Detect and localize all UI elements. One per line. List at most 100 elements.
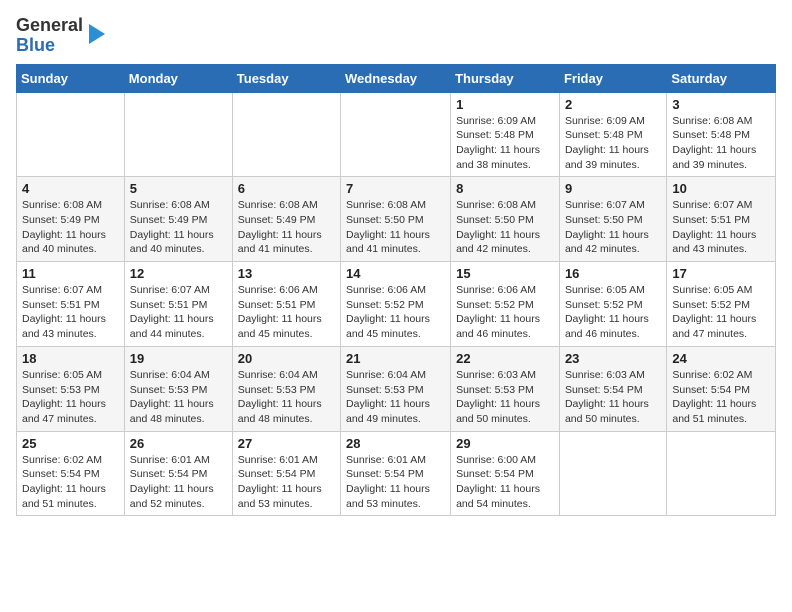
day-number: 18 [22,351,119,366]
day-number: 10 [672,181,770,196]
day-number: 19 [130,351,227,366]
day-number: 15 [456,266,554,281]
col-header-sunday: Sunday [17,64,125,92]
day-number: 20 [238,351,335,366]
calendar-cell: 26 Sunrise: 6:01 AM Sunset: 5:54 PM Dayli… [124,431,232,516]
day-number: 29 [456,436,554,451]
day-info: Sunrise: 6:08 AM Sunset: 5:49 PM Dayligh… [22,198,119,257]
day-number: 5 [130,181,227,196]
day-info: Sunrise: 6:06 AM Sunset: 5:52 PM Dayligh… [456,283,554,342]
calendar-cell [232,92,340,177]
calendar-cell: 27 Sunrise: 6:01 AM Sunset: 5:54 PM Dayli… [232,431,340,516]
day-info: Sunrise: 6:05 AM Sunset: 5:52 PM Dayligh… [672,283,770,342]
day-number: 7 [346,181,445,196]
day-info: Sunrise: 6:07 AM Sunset: 5:51 PM Dayligh… [22,283,119,342]
day-info: Sunrise: 6:07 AM Sunset: 5:50 PM Dayligh… [565,198,661,257]
day-info: Sunrise: 6:00 AM Sunset: 5:54 PM Dayligh… [456,453,554,512]
calendar-cell: 21 Sunrise: 6:04 AM Sunset: 5:53 PM Dayli… [341,346,451,431]
col-header-saturday: Saturday [667,64,776,92]
day-number: 2 [565,97,661,112]
day-info: Sunrise: 6:01 AM Sunset: 5:54 PM Dayligh… [346,453,445,512]
day-number: 3 [672,97,770,112]
col-header-wednesday: Wednesday [341,64,451,92]
day-info: Sunrise: 6:08 AM Sunset: 5:50 PM Dayligh… [346,198,445,257]
calendar-cell: 18 Sunrise: 6:05 AM Sunset: 5:53 PM Dayli… [17,346,125,431]
calendar-cell: 8 Sunrise: 6:08 AM Sunset: 5:50 PM Daylig… [451,177,560,262]
day-info: Sunrise: 6:08 AM Sunset: 5:48 PM Dayligh… [672,114,770,173]
calendar-cell: 28 Sunrise: 6:01 AM Sunset: 5:54 PM Dayli… [341,431,451,516]
calendar-cell: 22 Sunrise: 6:03 AM Sunset: 5:53 PM Dayli… [451,346,560,431]
calendar-cell: 23 Sunrise: 6:03 AM Sunset: 5:54 PM Dayli… [559,346,666,431]
col-header-friday: Friday [559,64,666,92]
day-info: Sunrise: 6:01 AM Sunset: 5:54 PM Dayligh… [238,453,335,512]
day-number: 14 [346,266,445,281]
calendar-cell [17,92,125,177]
day-number: 4 [22,181,119,196]
calendar-cell [124,92,232,177]
day-info: Sunrise: 6:05 AM Sunset: 5:52 PM Dayligh… [565,283,661,342]
calendar-cell: 5 Sunrise: 6:08 AM Sunset: 5:49 PM Daylig… [124,177,232,262]
logo: General Blue [16,16,105,56]
day-number: 21 [346,351,445,366]
calendar-table: SundayMondayTuesdayWednesdayThursdayFrid… [16,64,776,517]
calendar-cell: 6 Sunrise: 6:08 AM Sunset: 5:49 PM Daylig… [232,177,340,262]
day-info: Sunrise: 6:07 AM Sunset: 5:51 PM Dayligh… [672,198,770,257]
day-info: Sunrise: 6:03 AM Sunset: 5:54 PM Dayligh… [565,368,661,427]
col-header-tuesday: Tuesday [232,64,340,92]
calendar-cell: 19 Sunrise: 6:04 AM Sunset: 5:53 PM Dayli… [124,346,232,431]
calendar-cell: 16 Sunrise: 6:05 AM Sunset: 5:52 PM Dayli… [559,262,666,347]
logo-arrow-icon [89,24,105,44]
calendar-cell: 15 Sunrise: 6:06 AM Sunset: 5:52 PM Dayli… [451,262,560,347]
day-info: Sunrise: 6:08 AM Sunset: 5:49 PM Dayligh… [130,198,227,257]
calendar-cell: 1Sunrise: 6:09 AM Sunset: 5:48 PM Daylig… [451,92,560,177]
logo-blue: Blue [16,35,55,55]
day-info: Sunrise: 6:08 AM Sunset: 5:50 PM Dayligh… [456,198,554,257]
day-number: 16 [565,266,661,281]
calendar-cell: 29 Sunrise: 6:00 AM Sunset: 5:54 PM Dayli… [451,431,560,516]
calendar-cell: 3 Sunrise: 6:08 AM Sunset: 5:48 PM Daylig… [667,92,776,177]
day-number: 17 [672,266,770,281]
day-info: Sunrise: 6:08 AM Sunset: 5:49 PM Dayligh… [238,198,335,257]
calendar-cell [667,431,776,516]
day-info: Sunrise: 6:03 AM Sunset: 5:53 PM Dayligh… [456,368,554,427]
day-number: 28 [346,436,445,451]
day-info: Sunrise: 6:06 AM Sunset: 5:51 PM Dayligh… [238,283,335,342]
day-info: Sunrise: 6:04 AM Sunset: 5:53 PM Dayligh… [346,368,445,427]
day-info: Sunrise: 6:09 AM Sunset: 5:48 PM Dayligh… [565,114,661,173]
day-number: 6 [238,181,335,196]
day-info: Sunrise: 6:05 AM Sunset: 5:53 PM Dayligh… [22,368,119,427]
calendar-cell: 2 Sunrise: 6:09 AM Sunset: 5:48 PM Daylig… [559,92,666,177]
logo-general: General [16,15,83,35]
day-info: Sunrise: 6:01 AM Sunset: 5:54 PM Dayligh… [130,453,227,512]
day-number: 9 [565,181,661,196]
calendar-cell: 25 Sunrise: 6:02 AM Sunset: 5:54 PM Dayli… [17,431,125,516]
day-info: Sunrise: 6:04 AM Sunset: 5:53 PM Dayligh… [238,368,335,427]
day-number: 11 [22,266,119,281]
calendar-cell: 4 Sunrise: 6:08 AM Sunset: 5:49 PM Daylig… [17,177,125,262]
day-number: 25 [22,436,119,451]
day-info: Sunrise: 6:02 AM Sunset: 5:54 PM Dayligh… [22,453,119,512]
calendar-cell: 10 Sunrise: 6:07 AM Sunset: 5:51 PM Dayli… [667,177,776,262]
day-number: 24 [672,351,770,366]
calendar-cell: 20 Sunrise: 6:04 AM Sunset: 5:53 PM Dayli… [232,346,340,431]
day-info: Sunrise: 6:09 AM Sunset: 5:48 PM Dayligh… [456,114,554,173]
calendar-cell: 7 Sunrise: 6:08 AM Sunset: 5:50 PM Daylig… [341,177,451,262]
day-number: 26 [130,436,227,451]
day-number: 8 [456,181,554,196]
calendar-cell: 13 Sunrise: 6:06 AM Sunset: 5:51 PM Dayli… [232,262,340,347]
calendar-cell: 14 Sunrise: 6:06 AM Sunset: 5:52 PM Dayli… [341,262,451,347]
calendar-cell: 11 Sunrise: 6:07 AM Sunset: 5:51 PM Dayli… [17,262,125,347]
col-header-thursday: Thursday [451,64,560,92]
calendar-cell [559,431,666,516]
calendar-cell: 9 Sunrise: 6:07 AM Sunset: 5:50 PM Daylig… [559,177,666,262]
day-number: 22 [456,351,554,366]
day-number: 23 [565,351,661,366]
calendar-cell: 24Sunrise: 6:02 AM Sunset: 5:54 PM Dayli… [667,346,776,431]
day-number: 12 [130,266,227,281]
day-info: Sunrise: 6:07 AM Sunset: 5:51 PM Dayligh… [130,283,227,342]
day-info: Sunrise: 6:06 AM Sunset: 5:52 PM Dayligh… [346,283,445,342]
day-number: 13 [238,266,335,281]
day-number: 27 [238,436,335,451]
day-info: Sunrise: 6:04 AM Sunset: 5:53 PM Dayligh… [130,368,227,427]
header: General Blue [16,16,776,56]
